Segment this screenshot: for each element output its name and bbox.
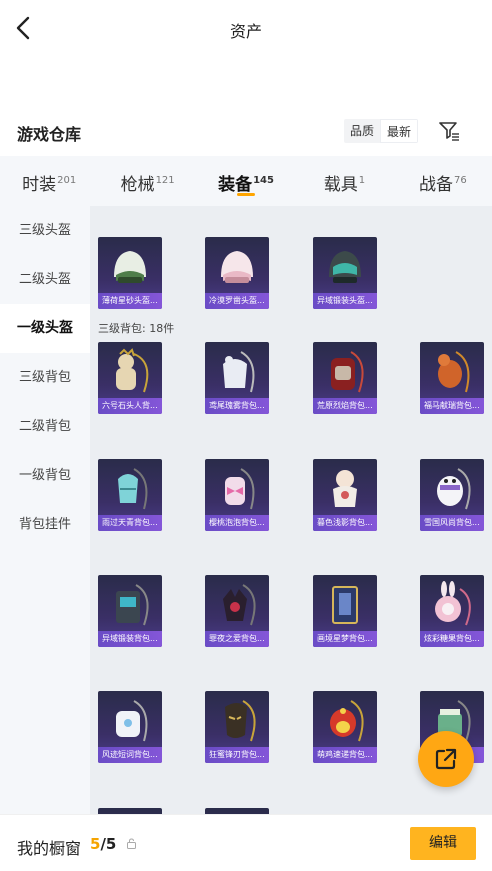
bear-backpack-icon (116, 348, 149, 393)
sort-by-quality[interactable]: 品质 (344, 119, 380, 143)
penguin-backpack-icon (437, 468, 471, 510)
item-card[interactable]: 雨过天青背包... (98, 459, 162, 531)
item-name: 薄荷星砂头盔... (98, 293, 162, 309)
item-name: 福马献瑞背包... (420, 398, 484, 414)
mask-backpack-icon (225, 700, 256, 742)
item-name: 异域锻装头盔... (313, 293, 377, 309)
helmet-pink-icon (221, 251, 253, 283)
top-header: 资产 (0, 0, 492, 58)
sidebar-item-level1-backpack[interactable]: 一级背包 (0, 451, 90, 500)
tab-count: 121 (155, 175, 175, 187)
edit-button[interactable]: 编辑 (410, 827, 476, 860)
tab-count: 76 (453, 175, 467, 187)
item-card[interactable]: 狂蜜锋刃背包... (205, 691, 269, 763)
tab-label: 时装 (22, 175, 57, 195)
item-name: 六号石头人背... (98, 398, 162, 414)
item-card[interactable]: 鸢尾瑰雾背包... (205, 342, 269, 414)
subcategory-sidebar: 三级头盔 二级头盔 一级头盔 三级背包 二级背包 一级背包 背包挂件 (0, 206, 90, 814)
showcase-bar: 我的橱窗 5/5 编辑 (0, 814, 492, 871)
sidebar-item-level2-backpack[interactable]: 二级背包 (0, 402, 90, 451)
tab-label: 装备 (218, 175, 253, 195)
filter-button[interactable] (437, 119, 461, 143)
item-name: 荒原烈焰背包... (313, 398, 377, 414)
page-title: 资产 (229, 22, 262, 41)
tab-equipment[interactable]: 装备145 (197, 156, 295, 206)
item-name: 风迹短词背包... (98, 747, 162, 763)
item-name: 雪国风尚背包... (420, 515, 484, 531)
cloud-backpack-icon (116, 700, 148, 742)
item-name: 冷漠罗凿头盔... (205, 293, 269, 309)
item-name: 樱桃泡泡背包... (205, 515, 269, 531)
red-backpack-icon (331, 351, 364, 393)
item-name: 狂蜜锋刃背包... (205, 747, 269, 763)
item-card[interactable]: 雪国风尚背包... (420, 459, 484, 531)
doll-backpack-icon (333, 470, 357, 507)
item-card[interactable]: 樱桃泡泡背包... (205, 459, 269, 531)
horse-backpack-icon (438, 351, 470, 393)
item-name: 萌鸡速递背包... (313, 747, 377, 763)
white-backpack-icon (223, 351, 255, 393)
item-card[interactable]: 薄荷星砂头盔... (98, 237, 162, 309)
sidebar-item-backpack-charm[interactable]: 背包挂件 (0, 500, 90, 549)
item-name: 雨过天青背包... (98, 515, 162, 531)
mech-backpack-icon (116, 584, 149, 626)
lock-icon (127, 838, 136, 849)
tab-combat-gear[interactable]: 战备76 (394, 156, 492, 206)
item-name: 炫彩糖果背包... (420, 631, 484, 647)
tab-label: 载具 (323, 175, 358, 195)
tab-guns[interactable]: 枪械121 (98, 156, 196, 206)
sidebar-item-level2-helmet[interactable]: 二级头盔 (0, 255, 90, 304)
item-card[interactable]: 罪夜之爱背包... (205, 575, 269, 647)
tab-fashion[interactable]: 时装201 (0, 156, 98, 206)
share-icon (435, 748, 457, 770)
bow-backpack-icon (225, 468, 255, 510)
item-name: 异域锻装背包... (98, 631, 162, 647)
showcase-count: 5/5 (90, 835, 116, 853)
sidebar-item-level1-helmet[interactable]: 一级头盔 (0, 304, 90, 353)
bunny-backpack-icon (435, 581, 471, 626)
item-card[interactable]: 画境星梦背包... (313, 575, 377, 647)
tab-count: 201 (57, 175, 77, 187)
share-button[interactable] (418, 731, 474, 787)
frame-backpack-icon (332, 586, 358, 624)
showcase-title: 我的橱窗 (17, 839, 82, 858)
tab-underline (237, 193, 256, 196)
category-tabs: 时装201 枪械121 装备145 载具1 战备76 (0, 156, 492, 206)
showcase-count-current: 5 (90, 835, 101, 853)
item-card[interactable]: 冷漠罗凿头盔... (205, 237, 269, 309)
helmet-green-icon (114, 251, 146, 283)
item-card[interactable]: 异域锻装头盔... (313, 237, 377, 309)
item-card[interactable]: 荒原烈焰背包... (313, 342, 377, 414)
cyan-backpack-icon (118, 468, 148, 510)
tab-count: 1 (358, 175, 366, 187)
tab-vehicles[interactable]: 载具1 (295, 156, 393, 206)
warehouse-title: 游戏仓库 (17, 125, 82, 144)
tab-label: 战备 (418, 175, 453, 195)
item-card[interactable]: 炫彩糖果背包... (420, 575, 484, 647)
section-label: 三级背包: 18件 (98, 322, 175, 335)
sidebar-item-level3-backpack[interactable]: 三级背包 (0, 353, 90, 402)
dark-backpack-icon (223, 584, 256, 626)
item-name: 暮色浅影背包... (313, 515, 377, 531)
item-card[interactable]: 暮色浅影背包... (313, 459, 377, 531)
item-card[interactable]: 萌鸡速递背包... (313, 691, 377, 763)
tab-count: 145 (253, 175, 274, 187)
chick-backpack-icon (330, 700, 364, 742)
item-name: 鸢尾瑰雾背包... (205, 398, 269, 414)
item-card[interactable]: 六号石头人背... (98, 342, 162, 414)
item-grid: 薄荷星砂头盔... 冷漠罗凿头盔... 异域锻装头盔... 三级背包: 18件 … (90, 206, 492, 814)
sidebar-item-level3-helmet[interactable]: 三级头盔 (0, 206, 90, 255)
item-card[interactable]: 风迹短词背包... (98, 691, 162, 763)
item-name: 罪夜之爱背包... (205, 631, 269, 647)
showcase-count-total: 5 (105, 835, 117, 853)
item-name: 画境星梦背包... (313, 631, 377, 647)
filter-icon (439, 122, 459, 141)
sort-by-newest[interactable]: 最新 (380, 119, 419, 143)
helmet-teal-icon (329, 251, 361, 283)
item-card[interactable]: 异域锻装背包... (98, 575, 162, 647)
tab-label: 枪械 (120, 175, 155, 195)
item-card[interactable]: 福马献瑞背包... (420, 342, 484, 414)
sort-toggle: 品质 最新 (344, 119, 419, 143)
